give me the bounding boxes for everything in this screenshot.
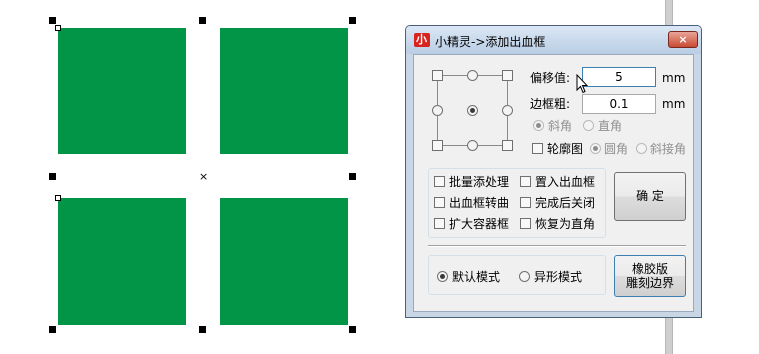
- dialog-client-area: 偏移值: 5 mm 边框粗: 0.1 mm 斜角 直角 轮廓图 圆角 斜接角 批…: [413, 54, 694, 312]
- green-square-bottom-right[interactable]: [220, 198, 348, 325]
- mouse-cursor-icon: [576, 74, 588, 94]
- miter-corner-radio[interactable]: [636, 143, 647, 154]
- anchor-top-right-checkbox[interactable]: [502, 70, 513, 81]
- outline-checkbox[interactable]: [532, 143, 543, 154]
- selection-handle-bottom-middle[interactable]: [199, 326, 206, 333]
- close-after-label: 完成后关闭: [535, 196, 596, 210]
- selection-handle-top-right[interactable]: [349, 17, 356, 24]
- default-mode-radio[interactable]: [437, 271, 448, 282]
- outline-label: 轮廓图: [547, 142, 584, 156]
- miter-corner-label: 斜接角: [650, 142, 687, 156]
- round-corner-radio[interactable]: [590, 143, 601, 154]
- green-square-bottom-left[interactable]: [58, 198, 186, 325]
- special-mode-label: 异形模式: [534, 270, 583, 284]
- green-square-top-right[interactable]: [220, 28, 348, 154]
- offset-input[interactable]: 5: [582, 67, 656, 87]
- anchor-middle-left-radio[interactable]: [432, 105, 443, 116]
- rubber-plate-label-line2: 雕刻边界: [625, 276, 674, 290]
- node-handle: [55, 25, 61, 31]
- add-bleed-dialog: 小 小精灵->添加出血框 × 偏移值: 5 mm 边框粗: 0.1 mm 斜角 …: [405, 25, 702, 318]
- selection-handle-middle-left[interactable]: [49, 173, 56, 180]
- bevel-radio[interactable]: [533, 120, 544, 131]
- expand-container-checkbox[interactable]: [434, 218, 445, 229]
- dialog-titlebar[interactable]: 小 小精灵->添加出血框 ×: [406, 26, 701, 54]
- dialog-title: 小精灵->添加出血框: [435, 35, 546, 49]
- restore-right-angle-checkbox[interactable]: [520, 218, 531, 229]
- green-square-top-left[interactable]: [58, 28, 186, 154]
- close-after-checkbox[interactable]: [520, 197, 531, 208]
- right-angle-radio[interactable]: [583, 120, 594, 131]
- batch-process-checkbox[interactable]: [434, 176, 445, 187]
- offset-unit: mm: [662, 71, 686, 85]
- selection-handle-middle-right[interactable]: [349, 173, 356, 180]
- ok-button[interactable]: 确 定: [614, 172, 686, 221]
- selection-handle-top-middle[interactable]: [199, 17, 206, 24]
- anchor-bottom-middle-radio[interactable]: [467, 140, 478, 151]
- anchor-bottom-right-checkbox[interactable]: [502, 140, 513, 151]
- border-width-unit: mm: [662, 97, 686, 111]
- rubber-plate-label-line1: 橡胶版: [631, 262, 668, 276]
- app-logo-icon: 小: [414, 33, 430, 47]
- close-button[interactable]: ×: [668, 31, 698, 48]
- selection-handle-bottom-left[interactable]: [49, 326, 56, 333]
- separator: [428, 245, 686, 247]
- anchor-top-left-checkbox[interactable]: [432, 70, 443, 81]
- center-marker-icon: ×: [199, 170, 209, 183]
- anchor-center-radio[interactable]: [467, 105, 478, 116]
- batch-process-label: 批量添处理: [449, 175, 510, 189]
- round-corner-label: 圆角: [604, 142, 629, 156]
- place-bleed-label: 置入出血框: [535, 175, 596, 189]
- border-width-input[interactable]: 0.1: [582, 94, 656, 114]
- expand-container-label: 扩大容器框: [449, 217, 510, 231]
- rubber-plate-boundary-button[interactable]: 橡胶版 雕刻边界: [614, 255, 686, 297]
- bevel-label: 斜角: [548, 119, 573, 133]
- right-angle-label: 直角: [598, 119, 623, 133]
- anchor-middle-right-radio[interactable]: [502, 105, 513, 116]
- anchor-bottom-left-checkbox[interactable]: [432, 140, 443, 151]
- place-bleed-checkbox[interactable]: [520, 176, 531, 187]
- node-handle: [55, 195, 61, 201]
- anchor-top-middle-radio[interactable]: [467, 70, 478, 81]
- restore-right-angle-label: 恢复为直角: [535, 217, 596, 231]
- selection-handle-bottom-right[interactable]: [349, 326, 356, 333]
- special-mode-radio[interactable]: [519, 271, 530, 282]
- bleed-to-curve-label: 出血框转曲: [449, 196, 510, 210]
- default-mode-label: 默认模式: [452, 270, 501, 284]
- selection-handle-top-left[interactable]: [49, 17, 56, 24]
- bleed-to-curve-checkbox[interactable]: [434, 197, 445, 208]
- close-icon: ×: [678, 33, 688, 46]
- offset-label: 偏移值:: [530, 71, 571, 85]
- border-width-label: 边框粗:: [530, 97, 571, 111]
